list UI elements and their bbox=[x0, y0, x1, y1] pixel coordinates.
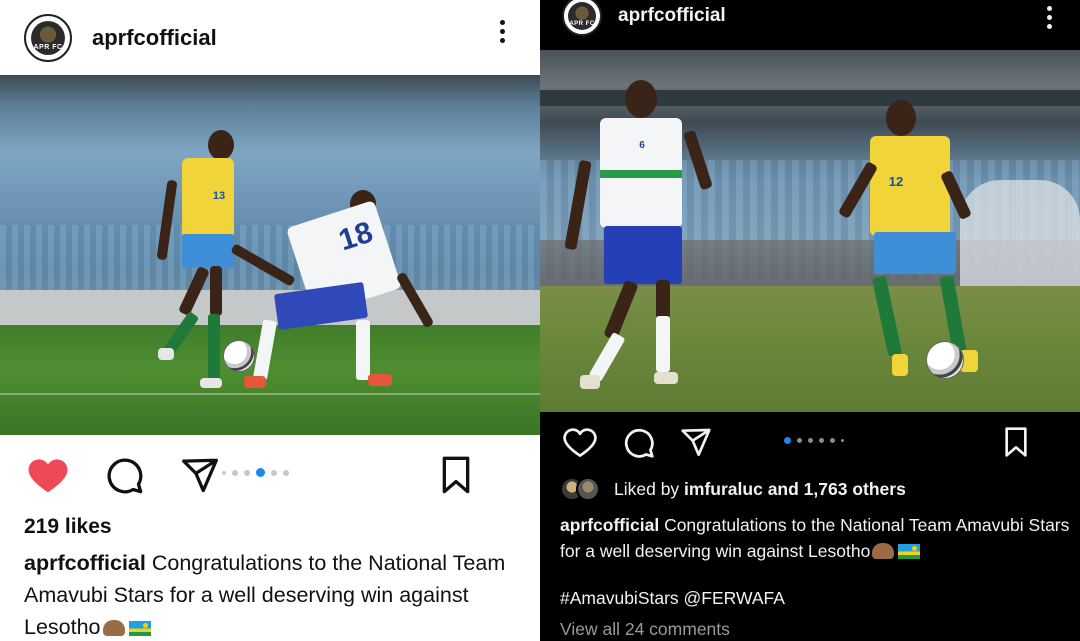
liker-avatar bbox=[576, 477, 600, 501]
player-yellow: 12 bbox=[837, 100, 1000, 400]
post-image[interactable]: 6 12 bbox=[540, 50, 1080, 412]
flexed-biceps-emoji bbox=[872, 543, 895, 560]
profile-avatar[interactable]: APR FC bbox=[562, 0, 602, 36]
liked-by-username[interactable]: imfuraluc bbox=[684, 479, 763, 499]
profile-avatar[interactable]: APR FC bbox=[24, 13, 72, 62]
more-options-icon[interactable] bbox=[499, 20, 505, 43]
rwanda-flag-emoji bbox=[128, 620, 151, 636]
caption-username[interactable]: aprfcofficial bbox=[24, 551, 146, 575]
player-white: 6 bbox=[564, 80, 740, 410]
comment-icon[interactable] bbox=[620, 424, 656, 460]
club-crest-icon: APR FC bbox=[568, 2, 596, 30]
like-heart-icon[interactable] bbox=[562, 424, 598, 460]
carousel-indicator bbox=[222, 468, 289, 477]
share-send-icon[interactable] bbox=[178, 453, 222, 497]
likes-count[interactable]: 219 likes bbox=[24, 515, 112, 539]
caption-username[interactable]: aprfcofficial bbox=[560, 515, 659, 535]
player-white: 18 bbox=[230, 190, 435, 400]
share-send-icon[interactable] bbox=[678, 424, 714, 460]
more-options-icon[interactable] bbox=[1046, 6, 1052, 29]
crest-text: APR FC bbox=[33, 43, 63, 51]
carousel-dot-active bbox=[256, 468, 265, 477]
view-all-comments-link[interactable]: View all 24 comments bbox=[560, 619, 730, 640]
comment-icon[interactable] bbox=[102, 453, 146, 497]
carousel-dot-active bbox=[784, 437, 791, 444]
caption-hashtags[interactable]: #AmavubiStars @FERWAFA bbox=[560, 588, 785, 609]
post-caption: aprfcofficial Congratulations to the Nat… bbox=[24, 548, 524, 641]
club-crest-icon: APR FC bbox=[31, 20, 65, 55]
like-heart-icon[interactable] bbox=[26, 453, 70, 497]
jersey-number: 12 bbox=[888, 174, 904, 189]
jersey-number: 6 bbox=[639, 140, 645, 151]
right-post: APR FC aprfcofficial 6 12 Liked by imfur… bbox=[540, 0, 1080, 641]
liked-by-text: Liked by imfuraluc and 1,763 others bbox=[614, 478, 906, 499]
post-image[interactable]: 13 18 bbox=[0, 75, 540, 435]
flexed-biceps-emoji bbox=[102, 619, 125, 636]
jersey-number: 13 bbox=[212, 190, 226, 202]
left-post: APR FC aprfcofficial 13 18 219 likes apr… bbox=[0, 0, 540, 641]
post-username[interactable]: aprfcofficial bbox=[618, 5, 726, 27]
liked-by-row[interactable]: Liked by imfuraluc and 1,763 others bbox=[560, 477, 906, 501]
post-header: APR FC aprfcofficial bbox=[0, 0, 540, 75]
bookmark-icon[interactable] bbox=[434, 453, 478, 497]
football bbox=[926, 341, 964, 379]
crest-text: APR FC bbox=[569, 21, 595, 27]
post-header: APR FC aprfcofficial bbox=[540, 0, 1080, 42]
rwanda-flag-emoji bbox=[898, 544, 921, 560]
carousel-indicator bbox=[784, 437, 844, 444]
post-caption: aprfcofficial Congratulations to the Nat… bbox=[560, 512, 1070, 565]
post-username[interactable]: aprfcofficial bbox=[92, 25, 217, 51]
bookmark-icon[interactable] bbox=[998, 424, 1034, 460]
